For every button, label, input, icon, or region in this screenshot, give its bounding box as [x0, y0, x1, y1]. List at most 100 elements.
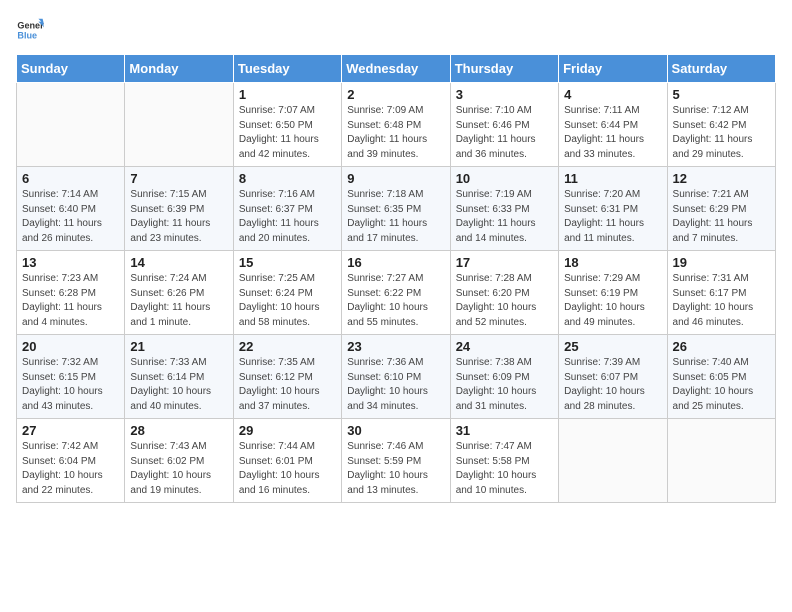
logo-icon: General Blue: [16, 16, 44, 44]
day-info: Sunrise: 7:38 AMSunset: 6:09 PMDaylight:…: [456, 356, 553, 414]
day-number: 28: [130, 423, 227, 438]
day-number: 27: [22, 423, 119, 438]
calendar-cell: 21 Sunrise: 7:33 AMSunset: 6:14 PMDayligh…: [125, 335, 233, 419]
day-number: 12: [673, 171, 770, 186]
calendar-cell: 14 Sunrise: 7:24 AMSunset: 6:26 PMDayligh…: [125, 251, 233, 335]
calendar-cell: [559, 419, 667, 503]
calendar-cell: 25Sunrise: 7:39 AMSunset: 6:07 PMDayligh…: [559, 335, 667, 419]
header-friday: Friday: [559, 55, 667, 83]
calendar-cell: 22Sunrise: 7:35 AMSunset: 6:12 PMDayligh…: [233, 335, 341, 419]
calendar-week-1: 1 Sunrise: 7:07 AMSunset: 6:50 PMDaylight…: [17, 83, 776, 167]
day-info: Sunrise: 7:28 AMSunset: 6:20 PMDaylight:…: [456, 272, 553, 330]
day-info: Sunrise: 7:09 AMSunset: 6:48 PMDaylight:…: [347, 104, 444, 162]
day-info: Sunrise: 7:19 AMSunset: 6:33 PMDaylight:…: [456, 188, 553, 246]
day-info: Sunrise: 7:24 AMSunset: 6:26 PMDaylight:…: [130, 272, 227, 330]
calendar-cell: 9 Sunrise: 7:18 AMSunset: 6:35 PMDaylight…: [342, 167, 450, 251]
day-number: 14: [130, 255, 227, 270]
header-thursday: Thursday: [450, 55, 558, 83]
calendar-week-3: 13 Sunrise: 7:23 AMSunset: 6:28 PMDayligh…: [17, 251, 776, 335]
day-info: Sunrise: 7:10 AMSunset: 6:46 PMDaylight:…: [456, 104, 553, 162]
page-header: General Blue: [16, 16, 776, 44]
header-sunday: Sunday: [17, 55, 125, 83]
calendar-cell: 24 Sunrise: 7:38 AMSunset: 6:09 PMDayligh…: [450, 335, 558, 419]
calendar-cell: 15Sunrise: 7:25 AMSunset: 6:24 PMDayligh…: [233, 251, 341, 335]
day-number: 17: [456, 255, 553, 270]
day-info: Sunrise: 7:31 AMSunset: 6:17 PMDaylight:…: [673, 272, 770, 330]
day-info: Sunrise: 7:32 AMSunset: 6:15 PMDaylight:…: [22, 356, 119, 414]
day-number: 8: [239, 171, 336, 186]
calendar-cell: [17, 83, 125, 167]
calendar-cell: 13 Sunrise: 7:23 AMSunset: 6:28 PMDayligh…: [17, 251, 125, 335]
day-info: Sunrise: 7:11 AMSunset: 6:44 PMDaylight:…: [564, 104, 661, 162]
day-info: Sunrise: 7:46 AMSunset: 5:59 PMDaylight:…: [347, 440, 444, 498]
day-number: 20: [22, 339, 119, 354]
day-number: 29: [239, 423, 336, 438]
day-info: Sunrise: 7:12 AMSunset: 6:42 PMDaylight:…: [673, 104, 770, 162]
day-number: 24: [456, 339, 553, 354]
day-number: 9: [347, 171, 444, 186]
header-wednesday: Wednesday: [342, 55, 450, 83]
day-info: Sunrise: 7:18 AMSunset: 6:35 PMDaylight:…: [347, 188, 444, 246]
logo: General Blue: [16, 16, 48, 44]
day-info: Sunrise: 7:14 AMSunset: 6:40 PMDaylight:…: [22, 188, 119, 246]
day-info: Sunrise: 7:43 AMSunset: 6:02 PMDaylight:…: [130, 440, 227, 498]
day-info: Sunrise: 7:23 AMSunset: 6:28 PMDaylight:…: [22, 272, 119, 330]
day-info: Sunrise: 7:27 AMSunset: 6:22 PMDaylight:…: [347, 272, 444, 330]
header-tuesday: Tuesday: [233, 55, 341, 83]
calendar-cell: 16 Sunrise: 7:27 AMSunset: 6:22 PMDayligh…: [342, 251, 450, 335]
day-number: 30: [347, 423, 444, 438]
day-number: 18: [564, 255, 661, 270]
calendar-week-5: 27Sunrise: 7:42 AMSunset: 6:04 PMDayligh…: [17, 419, 776, 503]
day-number: 22: [239, 339, 336, 354]
calendar-cell: 23Sunrise: 7:36 AMSunset: 6:10 PMDayligh…: [342, 335, 450, 419]
day-info: Sunrise: 7:07 AMSunset: 6:50 PMDaylight:…: [239, 104, 336, 162]
day-number: 11: [564, 171, 661, 186]
calendar-body: 1 Sunrise: 7:07 AMSunset: 6:50 PMDaylight…: [17, 83, 776, 503]
calendar-cell: 19 Sunrise: 7:31 AMSunset: 6:17 PMDayligh…: [667, 251, 775, 335]
day-info: Sunrise: 7:25 AMSunset: 6:24 PMDaylight:…: [239, 272, 336, 330]
calendar-cell: 7 Sunrise: 7:15 AMSunset: 6:39 PMDaylight…: [125, 167, 233, 251]
day-number: 5: [673, 87, 770, 102]
day-info: Sunrise: 7:16 AMSunset: 6:37 PMDaylight:…: [239, 188, 336, 246]
header-saturday: Saturday: [667, 55, 775, 83]
day-number: 19: [673, 255, 770, 270]
day-info: Sunrise: 7:47 AMSunset: 5:58 PMDaylight:…: [456, 440, 553, 498]
calendar-cell: 3Sunrise: 7:10 AMSunset: 6:46 PMDaylight…: [450, 83, 558, 167]
calendar-cell: 31 Sunrise: 7:47 AMSunset: 5:58 PMDayligh…: [450, 419, 558, 503]
calendar-cell: 11 Sunrise: 7:20 AMSunset: 6:31 PMDayligh…: [559, 167, 667, 251]
calendar-cell: 27Sunrise: 7:42 AMSunset: 6:04 PMDayligh…: [17, 419, 125, 503]
day-info: Sunrise: 7:39 AMSunset: 6:07 PMDaylight:…: [564, 356, 661, 414]
calendar-cell: 4Sunrise: 7:11 AMSunset: 6:44 PMDaylight…: [559, 83, 667, 167]
calendar-cell: 20 Sunrise: 7:32 AMSunset: 6:15 PMDayligh…: [17, 335, 125, 419]
calendar-header-row: SundayMondayTuesdayWednesdayThursdayFrid…: [17, 55, 776, 83]
day-info: Sunrise: 7:40 AMSunset: 6:05 PMDaylight:…: [673, 356, 770, 414]
calendar-cell: 28 Sunrise: 7:43 AMSunset: 6:02 PMDayligh…: [125, 419, 233, 503]
calendar-cell: 30 Sunrise: 7:46 AMSunset: 5:59 PMDayligh…: [342, 419, 450, 503]
day-info: Sunrise: 7:20 AMSunset: 6:31 PMDaylight:…: [564, 188, 661, 246]
calendar-cell: 12 Sunrise: 7:21 AMSunset: 6:29 PMDayligh…: [667, 167, 775, 251]
day-number: 7: [130, 171, 227, 186]
calendar-cell: 2 Sunrise: 7:09 AMSunset: 6:48 PMDaylight…: [342, 83, 450, 167]
day-info: Sunrise: 7:44 AMSunset: 6:01 PMDaylight:…: [239, 440, 336, 498]
calendar-cell: 17 Sunrise: 7:28 AMSunset: 6:20 PMDayligh…: [450, 251, 558, 335]
calendar-cell: 6 Sunrise: 7:14 AMSunset: 6:40 PMDaylight…: [17, 167, 125, 251]
day-number: 1: [239, 87, 336, 102]
day-number: 26: [673, 339, 770, 354]
day-number: 6: [22, 171, 119, 186]
calendar-cell: 26 Sunrise: 7:40 AMSunset: 6:05 PMDayligh…: [667, 335, 775, 419]
day-number: 2: [347, 87, 444, 102]
day-info: Sunrise: 7:21 AMSunset: 6:29 PMDaylight:…: [673, 188, 770, 246]
calendar-cell: 18Sunrise: 7:29 AMSunset: 6:19 PMDayligh…: [559, 251, 667, 335]
calendar-cell: [667, 419, 775, 503]
calendar-cell: 8 Sunrise: 7:16 AMSunset: 6:37 PMDaylight…: [233, 167, 341, 251]
calendar-cell: 1 Sunrise: 7:07 AMSunset: 6:50 PMDaylight…: [233, 83, 341, 167]
calendar-week-4: 20 Sunrise: 7:32 AMSunset: 6:15 PMDayligh…: [17, 335, 776, 419]
day-number: 16: [347, 255, 444, 270]
day-number: 31: [456, 423, 553, 438]
day-number: 21: [130, 339, 227, 354]
day-number: 23: [347, 339, 444, 354]
svg-text:Blue: Blue: [17, 30, 37, 40]
day-number: 13: [22, 255, 119, 270]
day-info: Sunrise: 7:33 AMSunset: 6:14 PMDaylight:…: [130, 356, 227, 414]
day-info: Sunrise: 7:15 AMSunset: 6:39 PMDaylight:…: [130, 188, 227, 246]
